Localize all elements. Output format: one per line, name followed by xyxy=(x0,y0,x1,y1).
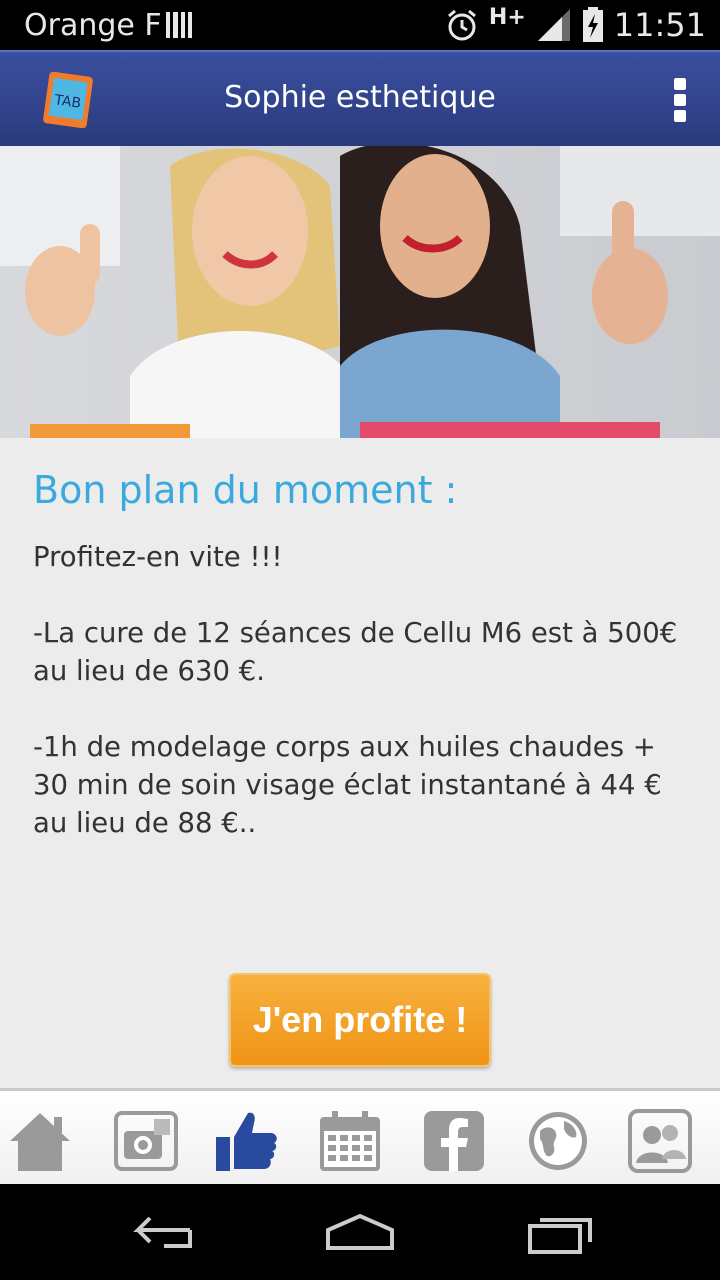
overflow-menu-icon[interactable] xyxy=(672,78,688,122)
globe-icon[interactable] xyxy=(526,1109,590,1173)
cta-button[interactable]: J'en profite ! xyxy=(229,973,491,1067)
sim-signal-icon xyxy=(166,12,192,38)
facebook-icon[interactable] xyxy=(422,1109,486,1173)
home-nav-icon[interactable] xyxy=(324,1210,396,1254)
status-bar: Orange F H+ 11:51 xyxy=(0,0,720,50)
promo-headline: Bon plan du moment : xyxy=(33,468,458,512)
promo-paragraph: Profitez-en vite !!! xyxy=(33,541,283,573)
alarm-icon xyxy=(447,9,476,41)
hero-banner-image xyxy=(0,146,720,438)
promo-paragraph: -1h de modelage corps aux huiles chaudes… xyxy=(33,731,662,839)
promo-content: Bon plan du moment : Profitez-en vite !!… xyxy=(0,438,720,1088)
clock: 11:51 xyxy=(613,6,706,44)
recent-apps-icon[interactable] xyxy=(526,1210,598,1254)
network-type-label: H+ xyxy=(488,4,526,30)
promo-paragraph: -La cure de 12 séances de Cellu M6 est à… xyxy=(33,617,678,687)
network-signal-icon xyxy=(537,9,570,41)
bottom-tab-bar xyxy=(0,1088,720,1184)
app-bar: TAB Sophie esthetique xyxy=(0,50,720,146)
thumbs-up-icon[interactable] xyxy=(214,1109,278,1173)
home-icon[interactable] xyxy=(8,1109,72,1173)
contacts-icon[interactable] xyxy=(628,1109,692,1173)
status-icons: H+ 11:51 xyxy=(445,4,706,44)
hero-illustration xyxy=(0,146,720,438)
app-title: Sophie esthetique xyxy=(224,80,496,115)
photos-icon[interactable] xyxy=(114,1109,178,1173)
calendar-icon[interactable] xyxy=(318,1109,382,1173)
back-icon[interactable] xyxy=(124,1210,196,1254)
carrier-label: Orange F xyxy=(24,8,162,43)
system-nav-bar xyxy=(0,1184,720,1280)
battery-charging-icon xyxy=(582,7,603,42)
promo-body: Profitez-en vite !!! -La cure de 12 séan… xyxy=(33,538,693,880)
